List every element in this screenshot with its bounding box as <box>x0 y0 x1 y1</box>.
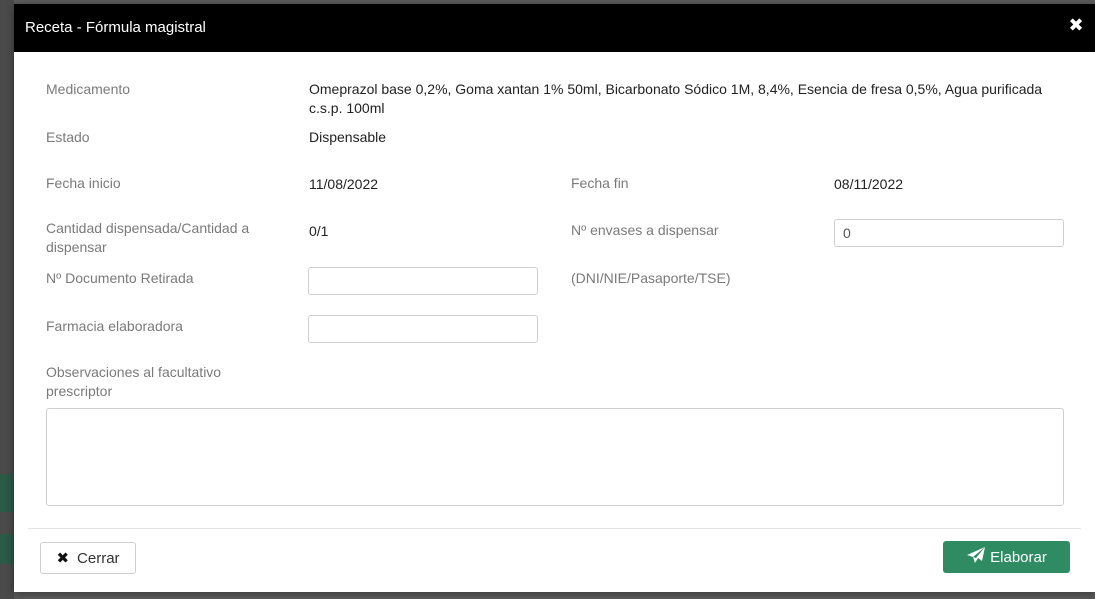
modal-title: Receta - Fórmula magistral <box>25 19 206 36</box>
close-icon[interactable]: ✖ <box>1067 16 1085 34</box>
documento-label: Nº Documento Retirada <box>46 270 194 286</box>
close-icon: ✖ <box>56 550 70 567</box>
medicamento-value: Omeprazol base 0,2%, Goma xantan 1% 50ml… <box>309 81 1043 116</box>
medicamento-label: Medicamento <box>46 81 131 97</box>
estado-label: Estado <box>46 129 90 145</box>
modal-header: Receta - Fórmula magistral ✖ <box>14 4 1095 52</box>
fecha-inicio-value: 11/08/2022 <box>309 176 379 192</box>
estado-value: Dispensable <box>309 129 387 145</box>
documento-input[interactable] <box>308 267 538 295</box>
fecha-fin-label: Fecha fin <box>571 175 629 191</box>
paper-plane-icon <box>966 546 986 568</box>
fecha-inicio-label: Fecha inicio <box>46 175 121 191</box>
backdrop-accent <box>0 474 14 512</box>
cerrar-button[interactable]: ✖ Cerrar <box>40 542 136 574</box>
footer-divider <box>28 528 1081 529</box>
fecha-fin-value: 08/11/2022 <box>834 176 904 192</box>
observaciones-label: Observaciones al facultativo prescriptor <box>46 364 222 399</box>
prescription-modal: Receta - Fórmula magistral ✖ Medicamento… <box>14 4 1095 592</box>
cantidad-label: Cantidad dispensada/Cantidad a dispensar <box>46 220 250 255</box>
backdrop-accent <box>0 534 14 564</box>
farmacia-label: Farmacia elaboradora <box>46 318 183 334</box>
observaciones-textarea[interactable] <box>46 408 1064 506</box>
envases-label: Nº envases a dispensar <box>571 222 719 238</box>
cantidad-value: 0/1 <box>309 223 329 239</box>
cerrar-label: Cerrar <box>77 549 120 567</box>
farmacia-input[interactable] <box>308 315 538 343</box>
elaborar-label: Elaborar <box>990 548 1047 566</box>
envases-input[interactable] <box>834 219 1064 247</box>
elaborar-button[interactable]: Elaborar <box>943 541 1070 573</box>
documento-hint: (DNI/NIE/Pasaporte/TSE) <box>571 270 731 286</box>
